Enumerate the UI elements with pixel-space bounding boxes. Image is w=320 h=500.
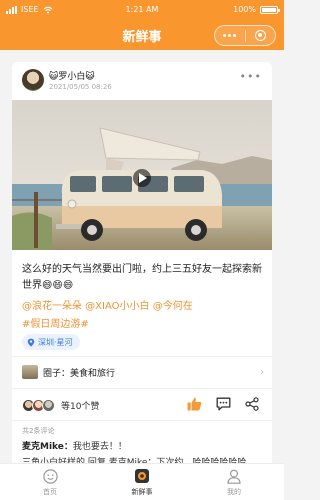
post-card: 😺罗小白😺 2021/05/05 08:26 ••• 这么好的天气当然要出门啦，… [12,62,272,480]
post-date: 2021/05/05 08:26 [49,83,112,91]
post-photo[interactable] [12,100,272,250]
camera-icon [135,469,149,483]
status-right: 100% [233,5,280,14]
nav-bar: 新鲜事 [0,20,284,50]
thumbs-up-icon [187,397,201,411]
comment-count: 共2条评论 [22,427,55,435]
like-button[interactable] [186,396,202,412]
location-tag[interactable]: 深圳·星河 [22,334,80,350]
tab-home[interactable]: 首页 [20,468,80,497]
share-button[interactable] [244,396,260,412]
post-mentions[interactable]: @浪花一朵朵 @XIAO小小白 @今何在 [22,297,264,312]
post-hashtag[interactable]: #假日周边游# [22,315,89,330]
tab-profile-label: 我的 [227,488,241,496]
tab-profile[interactable]: 我的 [204,468,264,497]
user-icon [227,469,241,484]
tab-moments[interactable]: 新鲜事 [112,468,172,497]
circle-thumbnail [22,365,38,379]
post-author[interactable]: 😺罗小白😺 [49,69,95,82]
divider [12,388,272,389]
likes-count: 等10个赞 [61,401,100,412]
post-text: 这么好的天气当然要出门啦，约上三五好友一起探索新世界😄😄😄 [22,264,262,291]
battery-icon [260,5,280,14]
post-actions [186,396,260,412]
target-icon [254,30,266,41]
comment-item[interactable]: 麦克Mike：我也要去！！ [22,439,127,452]
more-options-icon[interactable]: ••• [240,70,262,83]
circle-label: 圈子：美食和旅行 [43,368,116,379]
status-bar: ISEE 1:21 AM 100% [0,0,284,20]
liker-avatar [42,398,55,412]
chevron-right-icon: › [260,366,264,378]
divider [12,356,272,357]
comment-author: 麦克Mike： [22,442,73,452]
circle-link[interactable]: 圈子：美食和旅行 › [22,363,264,381]
likes-summary[interactable]: 等10个赞 [22,396,99,414]
more-menu-button[interactable] [215,34,245,37]
tab-moments-label: 新鲜事 [131,488,153,496]
divider [12,420,272,421]
smiley-icon [42,468,58,484]
location-label: 深圳·星河 [38,337,73,347]
battery-percent: 100% [233,5,256,14]
close-mini-program-button[interactable] [246,30,276,41]
tab-bar: 首页 新鲜事 我的 [0,463,284,500]
mini-program-capsule [214,25,276,46]
comment-text: 我也要去！！ [72,442,127,452]
comment-icon [216,397,230,411]
comment-button[interactable] [215,396,231,412]
share-icon [245,397,259,411]
tab-home-label: 首页 [43,488,57,496]
location-pin-icon [27,338,35,347]
avatar[interactable] [22,69,44,91]
